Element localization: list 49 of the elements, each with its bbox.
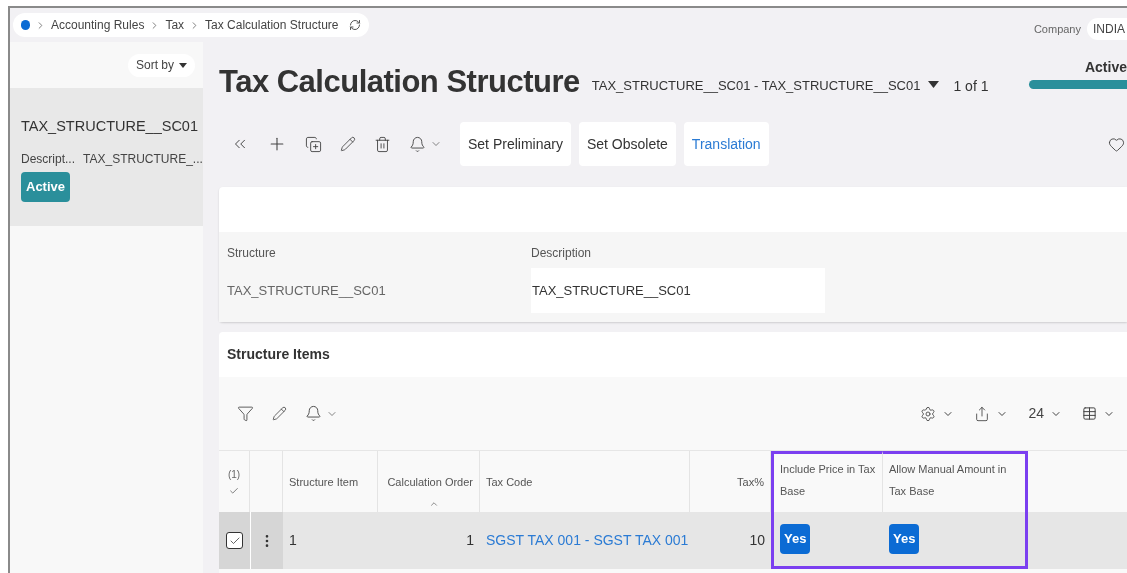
refresh-icon[interactable] <box>349 19 362 31</box>
duplicate-icon[interactable] <box>305 135 322 153</box>
record-count: 1 of 1 <box>953 76 989 96</box>
field-label: Description <box>531 245 593 262</box>
yes-badge: Yes <box>889 524 920 554</box>
bell-icon[interactable] <box>305 405 322 422</box>
toolbar-button[interactable]: Set Obsolete <box>578 122 676 166</box>
row-checkbox[interactable] <box>226 532 243 549</box>
page-size-selector[interactable]: 24 <box>1028 403 1044 424</box>
bell-icon[interactable] <box>409 135 426 153</box>
edit-icon[interactable] <box>340 136 356 152</box>
sort-button[interactable]: Sort by <box>128 53 195 77</box>
export-icon[interactable] <box>974 405 991 422</box>
caret-icon[interactable] <box>928 80 940 88</box>
filter-icon[interactable] <box>237 405 254 422</box>
selection-count: (1) <box>227 468 241 482</box>
edit-icon[interactable] <box>272 406 287 421</box>
select-all-icon[interactable] <box>229 486 239 496</box>
heart-icon[interactable] <box>1108 135 1125 153</box>
caret-icon <box>179 62 187 68</box>
company-label: Company <box>1033 21 1081 37</box>
table-cell-text: 10 <box>749 531 765 550</box>
field-label: Descript... <box>21 151 75 168</box>
table-cell-text: 1 <box>466 531 474 550</box>
breadcrumb-link[interactable]: Accounting Rules <box>51 16 145 34</box>
field-value: TAX_STRUCTURE_... <box>83 151 203 168</box>
settings-icon[interactable] <box>920 405 937 422</box>
tax-code-link[interactable]: SGST TAX 001 - SGST TAX 001 <box>486 530 689 551</box>
delete-icon[interactable] <box>374 135 391 153</box>
status-badge: Active <box>21 172 71 202</box>
table-icon[interactable] <box>1082 406 1097 421</box>
input-field[interactable]: TAX_STRUCTURE__SC01 <box>531 268 825 313</box>
yes-badge: Yes <box>780 524 811 554</box>
record-selector[interactable]: TAX_STRUCTURE__SC01 - TAX_STRUCTURE__SC01 <box>591 76 921 96</box>
section-title: Structure Items <box>227 345 330 364</box>
sort-icon <box>428 499 439 509</box>
company-selector[interactable]: INDIA <box>1087 18 1127 40</box>
table-cell-text: 1 <box>289 531 297 550</box>
status-label: Active <box>1084 60 1127 74</box>
toolbar-button[interactable]: Translation <box>683 122 769 166</box>
field-value: TAX_STRUCTURE__SC01 <box>227 281 387 300</box>
field-label: Structure <box>227 245 277 262</box>
record-list-item[interactable]: TAX_STRUCTURE__SC01 Descript... TAX_STRUCTURE_... Active <box>10 88 203 226</box>
table-row[interactable]: 1 1 SGST TAX 001 - SGST TAX 001 10 Yes Yes <box>219 512 1127 569</box>
page-title: Tax Calculation Structure <box>219 62 580 101</box>
toolbar-button[interactable]: Set Preliminary <box>460 122 571 166</box>
breadcrumb-link[interactable]: Tax <box>165 16 185 34</box>
breadcrumb-link[interactable]: Tax Calculation Structure <box>205 16 339 34</box>
record-title: TAX_STRUCTURE__SC01 <box>21 117 198 136</box>
